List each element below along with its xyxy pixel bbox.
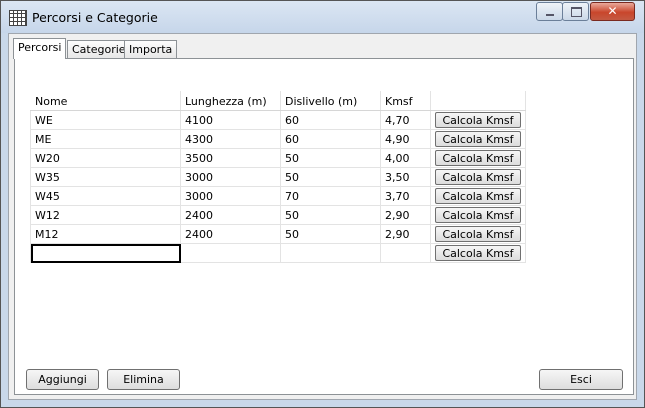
calcola-kmsf-button[interactable]: Calcola Kmsf bbox=[435, 131, 521, 147]
cell-lunghezza[interactable]: 4100 bbox=[180, 110, 281, 130]
cell-nome[interactable]: ME bbox=[30, 129, 181, 149]
cell-dislivello-new[interactable] bbox=[280, 243, 381, 263]
tab-percorsi[interactable]: Percorsi bbox=[13, 38, 67, 59]
calcola-kmsf-button[interactable]: Calcola Kmsf bbox=[435, 112, 521, 128]
cell-lunghezza[interactable]: 3000 bbox=[180, 186, 281, 206]
esci-button[interactable]: Esci bbox=[539, 369, 623, 390]
cell-kmsf-new[interactable] bbox=[380, 243, 431, 263]
minimize-icon[interactable] bbox=[536, 2, 563, 21]
cell-action: Calcola Kmsf bbox=[430, 224, 526, 244]
table-row[interactable]: W35 3000 50 3,50 Calcola Kmsf bbox=[30, 167, 526, 187]
cell-action: Calcola Kmsf bbox=[430, 129, 526, 149]
cell-nome[interactable]: W45 bbox=[30, 186, 181, 206]
calcola-kmsf-button[interactable]: Calcola Kmsf bbox=[435, 226, 521, 242]
elimina-button[interactable]: Elimina bbox=[107, 369, 180, 390]
cell-nome[interactable]: W20 bbox=[30, 148, 181, 168]
close-button[interactable]: ✕ bbox=[590, 2, 635, 21]
calcola-kmsf-button[interactable]: Calcola Kmsf bbox=[435, 188, 521, 204]
table-row[interactable]: W20 3500 50 4,00 Calcola Kmsf bbox=[30, 148, 526, 168]
cell-action: Calcola Kmsf bbox=[430, 243, 526, 263]
maximize-icon[interactable] bbox=[562, 2, 589, 21]
calcola-kmsf-button[interactable]: Calcola Kmsf bbox=[435, 150, 521, 166]
cell-action: Calcola Kmsf bbox=[430, 110, 526, 130]
cell-lunghezza[interactable]: 3500 bbox=[180, 148, 281, 168]
percorsi-grid: Nome Lunghezza (m) Dislivello (m) Kmsf W… bbox=[30, 91, 526, 263]
grid-header-row: Nome Lunghezza (m) Dislivello (m) Kmsf bbox=[30, 91, 526, 111]
cell-kmsf[interactable]: 4,00 bbox=[380, 148, 431, 168]
cell-lunghezza[interactable]: 4300 bbox=[180, 129, 281, 149]
cell-dislivello[interactable]: 50 bbox=[280, 205, 381, 225]
cell-dislivello[interactable]: 60 bbox=[280, 129, 381, 149]
tab-categorie[interactable]: Categorie bbox=[67, 40, 131, 58]
calcola-kmsf-button[interactable]: Calcola Kmsf bbox=[435, 169, 521, 185]
grid-icon bbox=[9, 10, 27, 26]
table-row[interactable]: W12 2400 50 2,90 Calcola Kmsf bbox=[30, 205, 526, 225]
tab-importa[interactable]: Importa bbox=[124, 40, 178, 58]
cell-nome[interactable]: WE bbox=[30, 110, 181, 130]
table-row[interactable]: WE 4100 60 4,70 Calcola Kmsf bbox=[30, 110, 526, 130]
column-header-kmsf[interactable]: Kmsf bbox=[380, 91, 431, 111]
table-row[interactable]: ME 4300 60 4,90 Calcola Kmsf bbox=[30, 129, 526, 149]
column-header-dislivello[interactable]: Dislivello (m) bbox=[280, 91, 381, 111]
calcola-kmsf-button[interactable]: Calcola Kmsf bbox=[435, 207, 521, 223]
cell-kmsf[interactable]: 3,70 bbox=[380, 186, 431, 206]
tab-page-percorsi: Nome Lunghezza (m) Dislivello (m) Kmsf W… bbox=[14, 58, 634, 395]
column-header-lunghezza[interactable]: Lunghezza (m) bbox=[180, 91, 281, 111]
app-window: Percorsi e Categorie ✕ Percorsi Categori… bbox=[0, 0, 645, 408]
cell-dislivello[interactable]: 50 bbox=[280, 224, 381, 244]
cell-nome[interactable]: W12 bbox=[30, 205, 181, 225]
cell-kmsf[interactable]: 3,50 bbox=[380, 167, 431, 187]
cell-lunghezza-new[interactable] bbox=[180, 243, 281, 263]
cell-action: Calcola Kmsf bbox=[430, 205, 526, 225]
cell-lunghezza[interactable]: 2400 bbox=[180, 205, 281, 225]
cell-dislivello[interactable]: 50 bbox=[280, 148, 381, 168]
cell-action: Calcola Kmsf bbox=[430, 148, 526, 168]
cell-dislivello[interactable]: 60 bbox=[280, 110, 381, 130]
cell-nome[interactable]: W35 bbox=[30, 167, 181, 187]
cell-kmsf[interactable]: 2,90 bbox=[380, 205, 431, 225]
cell-action: Calcola Kmsf bbox=[430, 167, 526, 187]
table-row[interactable]: M12 2400 50 2,90 Calcola Kmsf bbox=[30, 224, 526, 244]
client-area: Percorsi Categorie Importa Nome Lunghezz… bbox=[8, 33, 637, 400]
cell-nome[interactable]: M12 bbox=[30, 224, 181, 244]
cell-dislivello[interactable]: 50 bbox=[280, 167, 381, 187]
table-row[interactable]: W45 3000 70 3,70 Calcola Kmsf bbox=[30, 186, 526, 206]
new-row[interactable]: Calcola Kmsf bbox=[30, 243, 526, 263]
cell-nome-new[interactable] bbox=[30, 243, 181, 263]
title-bar[interactable]: Percorsi e Categorie ✕ bbox=[1, 1, 644, 33]
calcola-kmsf-button[interactable]: Calcola Kmsf bbox=[435, 245, 521, 261]
cell-dislivello[interactable]: 70 bbox=[280, 186, 381, 206]
column-header-action bbox=[430, 91, 526, 111]
cell-kmsf[interactable]: 4,90 bbox=[380, 129, 431, 149]
cell-lunghezza[interactable]: 2400 bbox=[180, 224, 281, 244]
cell-lunghezza[interactable]: 3000 bbox=[180, 167, 281, 187]
cell-kmsf[interactable]: 2,90 bbox=[380, 224, 431, 244]
cell-kmsf[interactable]: 4,70 bbox=[380, 110, 431, 130]
column-header-nome[interactable]: Nome bbox=[30, 91, 181, 111]
window-title: Percorsi e Categorie bbox=[32, 10, 158, 25]
cell-action: Calcola Kmsf bbox=[430, 186, 526, 206]
aggiungi-button[interactable]: Aggiungi bbox=[26, 369, 99, 390]
close-icon: ✕ bbox=[607, 4, 618, 18]
